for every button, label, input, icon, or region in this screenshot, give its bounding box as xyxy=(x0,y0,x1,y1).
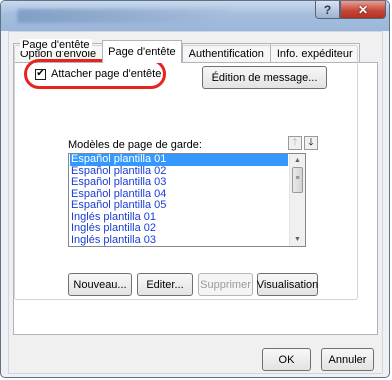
check-mark-icon: ✔ xyxy=(36,68,45,79)
group-title: Page d'entête xyxy=(20,39,92,51)
templates-listbox[interactable]: Español plantilla 01 Español plantilla 0… xyxy=(68,153,306,247)
list-item[interactable]: Español plantilla 03 xyxy=(70,176,288,189)
dialog-window: ? ✕ Option d'envoie Page d'entête Authen… xyxy=(0,0,390,378)
edit-button[interactable]: Editer... xyxy=(137,273,193,296)
scroll-up-arrow-icon[interactable]: ▲ xyxy=(290,154,305,167)
cancel-button[interactable]: Annuler xyxy=(321,348,374,371)
list-item[interactable]: Inglés plantilla 03 xyxy=(70,234,288,247)
list-item[interactable]: Inglés plantilla 02 xyxy=(70,222,288,235)
title-bar[interactable]: ? ✕ xyxy=(1,1,389,31)
list-item[interactable]: Español plantilla 01 xyxy=(70,154,288,166)
close-button[interactable]: ✕ xyxy=(340,1,386,19)
new-button[interactable]: Nouveau... xyxy=(68,273,132,296)
move-down-icon[interactable]: 🡓 xyxy=(304,136,318,150)
vertical-scrollbar[interactable]: ▲ ≡ ▼ xyxy=(289,154,305,246)
move-up-icon[interactable]: 🡑 xyxy=(288,136,302,150)
scroll-down-arrow-icon[interactable]: ▼ xyxy=(290,233,305,246)
templates-list: Español plantilla 01 Español plantilla 0… xyxy=(70,154,288,246)
templates-label: Modèles de page de garde: xyxy=(68,139,202,151)
attach-cover-checkbox[interactable]: ✔ Attacher page d'entête xyxy=(35,68,161,80)
list-item[interactable]: Español plantilla 05 xyxy=(70,199,288,212)
window-title-blurred xyxy=(17,9,231,23)
tab-cover-page[interactable]: Page d'entête xyxy=(102,40,182,63)
help-button[interactable]: ? xyxy=(315,1,340,19)
attach-cover-label: Attacher page d'entête xyxy=(51,68,162,80)
delete-button[interactable]: Supprimer xyxy=(198,273,253,296)
preview-button[interactable]: Visualisation xyxy=(257,273,318,296)
ok-button[interactable]: OK xyxy=(262,348,311,371)
reorder-buttons: 🡑 🡓 xyxy=(288,136,318,150)
edit-message-button[interactable]: Édition de message... xyxy=(202,66,327,89)
scroll-thumb[interactable]: ≡ xyxy=(292,167,303,193)
checkbox-box[interactable]: ✔ xyxy=(35,68,46,80)
